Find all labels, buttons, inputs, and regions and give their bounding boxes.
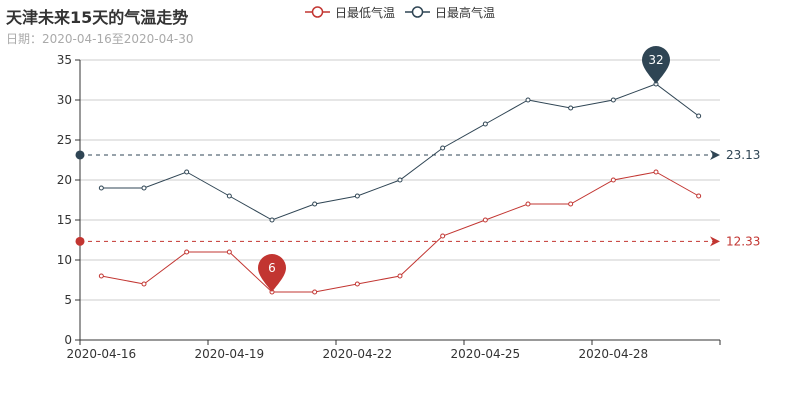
legend-label-high: 日最高气温 [435, 5, 496, 20]
data-point-low [610, 177, 616, 183]
data-point-low [653, 169, 659, 175]
data-point-low [525, 201, 531, 207]
data-point-low [440, 233, 446, 239]
series-line-high [101, 83, 699, 221]
data-point-low [568, 201, 574, 207]
legend-marker-low-icon [305, 6, 330, 18]
y-tick-label: 35 [57, 53, 72, 67]
series-high: 23.13 32 [75, 46, 760, 223]
y-tick-label: 20 [57, 173, 72, 187]
chart: 0 5 10 15 20 25 30 35 2020-04-16 2020-04-19 2020-0… [0, 0, 800, 400]
data-point-high [141, 185, 147, 191]
average-start-dot-low [75, 236, 85, 246]
pin-label-low: 6 [268, 261, 276, 275]
x-tick-label: 2020-04-19 [194, 347, 264, 361]
series-low: 12.33 6 [75, 169, 760, 295]
data-point-high [568, 105, 574, 111]
data-point-high [696, 113, 702, 119]
data-point-high [269, 217, 275, 223]
y-tick-label: 25 [57, 133, 72, 147]
data-point-high [312, 201, 318, 207]
y-tick-label: 0 [64, 333, 72, 347]
x-tick-label: 2020-04-16 [66, 347, 136, 361]
average-arrow-low [710, 236, 720, 247]
data-point-high [397, 177, 403, 183]
data-point-high [98, 185, 104, 191]
legend-item-low[interactable]: 日最低气温 [305, 4, 395, 21]
average-label-high: 23.13 [726, 148, 760, 162]
y-tick-label: 30 [57, 93, 72, 107]
data-point-low [696, 193, 702, 199]
data-point-low [482, 217, 488, 223]
y-tick-label: 5 [64, 293, 72, 307]
legend-marker-high-icon [405, 6, 431, 18]
data-point-low [397, 273, 403, 279]
chart-plot: 0 5 10 15 20 25 30 35 2020-04-16 2020-04-19 2020-0… [57, 46, 760, 361]
legend-item-high[interactable]: 日最高气温 [405, 4, 495, 21]
data-point-high [354, 193, 360, 199]
average-arrow-high [710, 149, 720, 160]
data-point-low [226, 249, 232, 255]
data-point-high [482, 121, 488, 127]
average-label-low: 12.33 [726, 234, 760, 248]
x-tick-label: 2020-04-28 [578, 347, 648, 361]
data-point-high [184, 169, 190, 175]
chart-title: 天津未来15天的气温走势 [6, 8, 189, 27]
chart-subtitle: 日期：2020-04-16至2020-04-30 [6, 32, 194, 46]
average-start-dot-high [75, 150, 85, 160]
data-point-high [226, 193, 232, 199]
y-tick-label: 15 [57, 213, 72, 227]
data-point-low [312, 289, 318, 295]
data-point-high [610, 97, 616, 103]
chart-legend: 日最低气温 日最高气温 [305, 3, 505, 21]
x-tick-label: 2020-04-22 [322, 347, 392, 361]
data-point-low [184, 249, 190, 255]
pin-label-high: 32 [648, 53, 663, 67]
data-point-high [440, 145, 446, 151]
data-point-low [98, 273, 104, 279]
data-point-low [354, 281, 360, 287]
data-point-low [141, 281, 147, 287]
legend-label-low: 日最低气温 [335, 5, 396, 20]
y-tick-label: 10 [57, 253, 72, 267]
x-tick-label: 2020-04-25 [450, 347, 520, 361]
data-point-high [525, 97, 531, 103]
